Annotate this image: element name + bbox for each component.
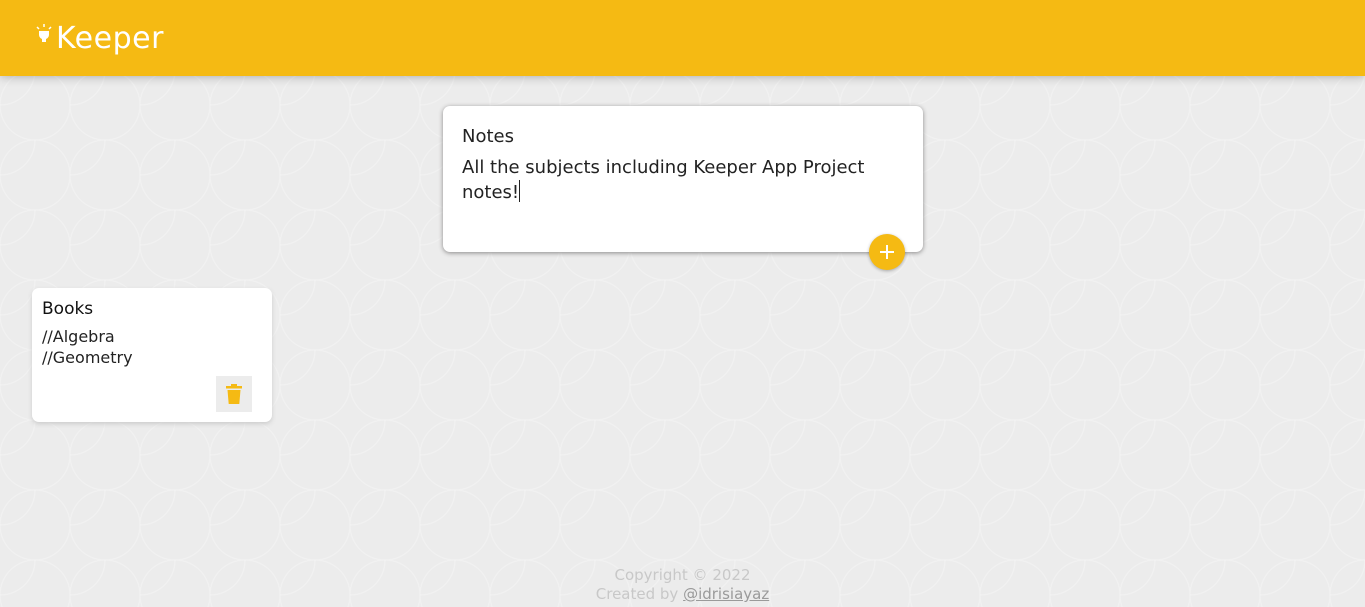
- note-card: Books //Algebra //Geometry: [32, 288, 272, 422]
- app-header: Keeper: [0, 0, 1365, 76]
- created-by-text: Created by: [595, 585, 679, 603]
- trash-icon: [226, 384, 242, 404]
- brand: Keeper: [36, 21, 164, 56]
- created-by-line: Created by @idrisiayaz: [0, 585, 1365, 604]
- author-link[interactable]: @idrisiayaz: [683, 585, 769, 603]
- note-content-textarea[interactable]: All the subjects including Keeper App Pr…: [462, 156, 902, 205]
- create-note-form: Notes All the subjects including Keeper …: [443, 106, 923, 270]
- plus-icon: [880, 245, 894, 259]
- brand-title: Keeper: [56, 20, 164, 56]
- text-cursor: [519, 180, 521, 202]
- note-title-input[interactable]: Notes: [462, 124, 904, 150]
- footer: Copyright © 2022 Created by @idrisiayaz: [0, 566, 1365, 604]
- note-content-text: All the subjects including Keeper App Pr…: [462, 157, 865, 203]
- note-title: Books: [42, 299, 94, 319]
- add-note-button[interactable]: [869, 234, 905, 270]
- note-line: //Algebra: [42, 327, 115, 346]
- delete-note-button[interactable]: [216, 376, 252, 412]
- note-line: //Geometry: [42, 348, 133, 367]
- copyright-text: Copyright © 2022: [614, 566, 751, 584]
- lightbulb-icon: [36, 24, 52, 42]
